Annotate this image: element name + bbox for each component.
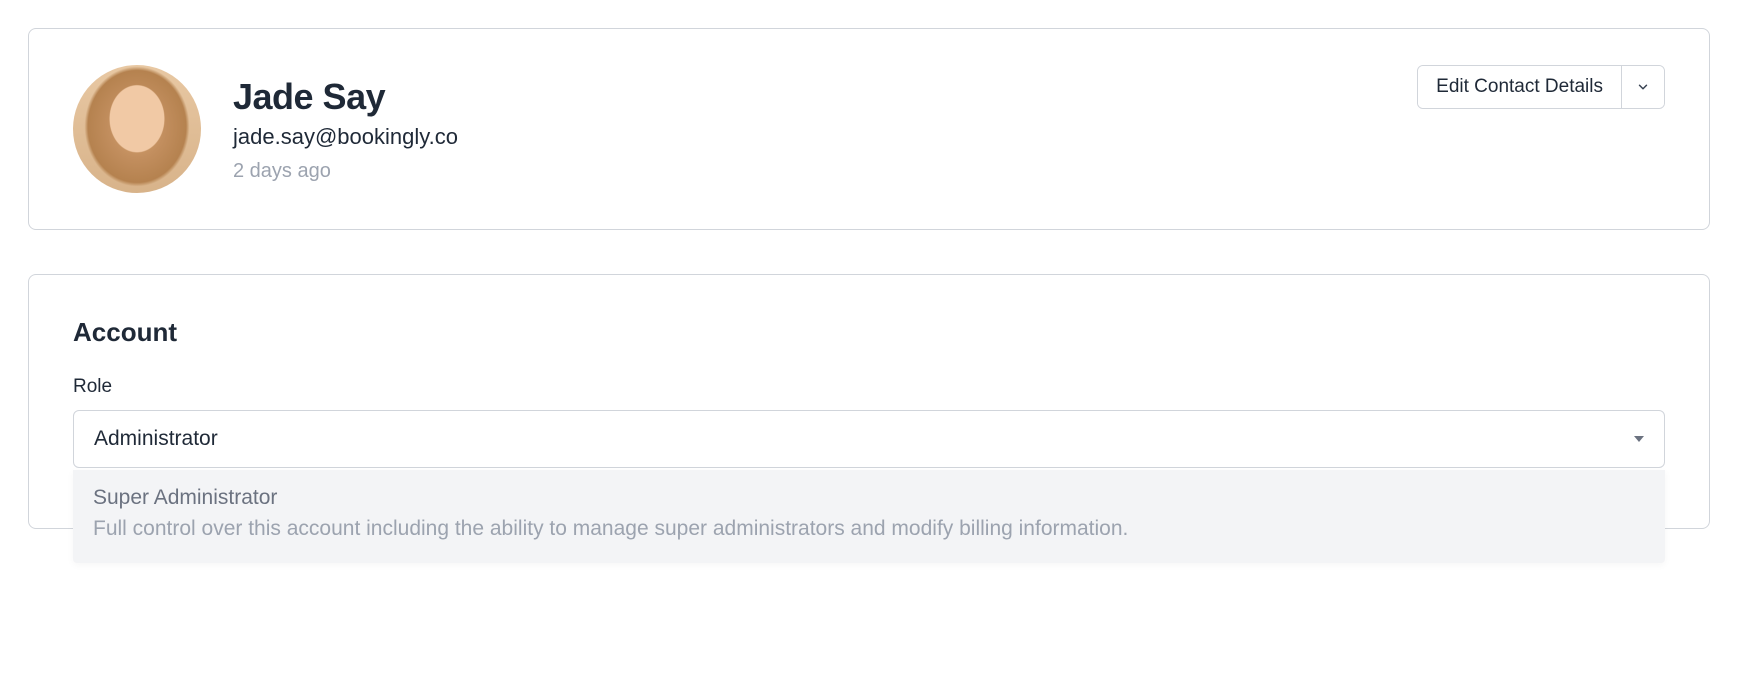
role-option-title: Super Administrator xyxy=(93,486,1645,510)
edit-contact-button[interactable]: Edit Contact Details xyxy=(1418,66,1621,108)
caret-down-icon xyxy=(1634,436,1644,442)
role-select[interactable]: Administrator xyxy=(73,410,1665,468)
avatar xyxy=(73,65,201,193)
edit-contact-dropdown-toggle[interactable] xyxy=(1621,66,1664,108)
role-select-wrap: Administrator Super Administrator Full c… xyxy=(73,410,1665,468)
role-field-label: Role xyxy=(73,376,1665,398)
role-option-super-administrator[interactable]: Super Administrator Full control over th… xyxy=(73,470,1665,563)
profile-last-seen: 2 days ago xyxy=(233,160,1665,183)
profile-email: jade.say@bookingly.co xyxy=(233,124,1665,150)
chevron-down-icon xyxy=(1636,80,1650,94)
avatar-image xyxy=(73,65,201,193)
profile-card: Jade Say jade.say@bookingly.co 2 days ag… xyxy=(28,28,1710,230)
account-card: Account Role Administrator Super Adminis… xyxy=(28,274,1710,529)
role-option-description: Full control over this account including… xyxy=(93,514,1645,543)
role-selected-value: Administrator xyxy=(94,427,218,451)
edit-contact-button-group: Edit Contact Details xyxy=(1417,65,1665,109)
role-dropdown-panel: Super Administrator Full control over th… xyxy=(73,470,1665,563)
account-section-title: Account xyxy=(73,317,1665,348)
